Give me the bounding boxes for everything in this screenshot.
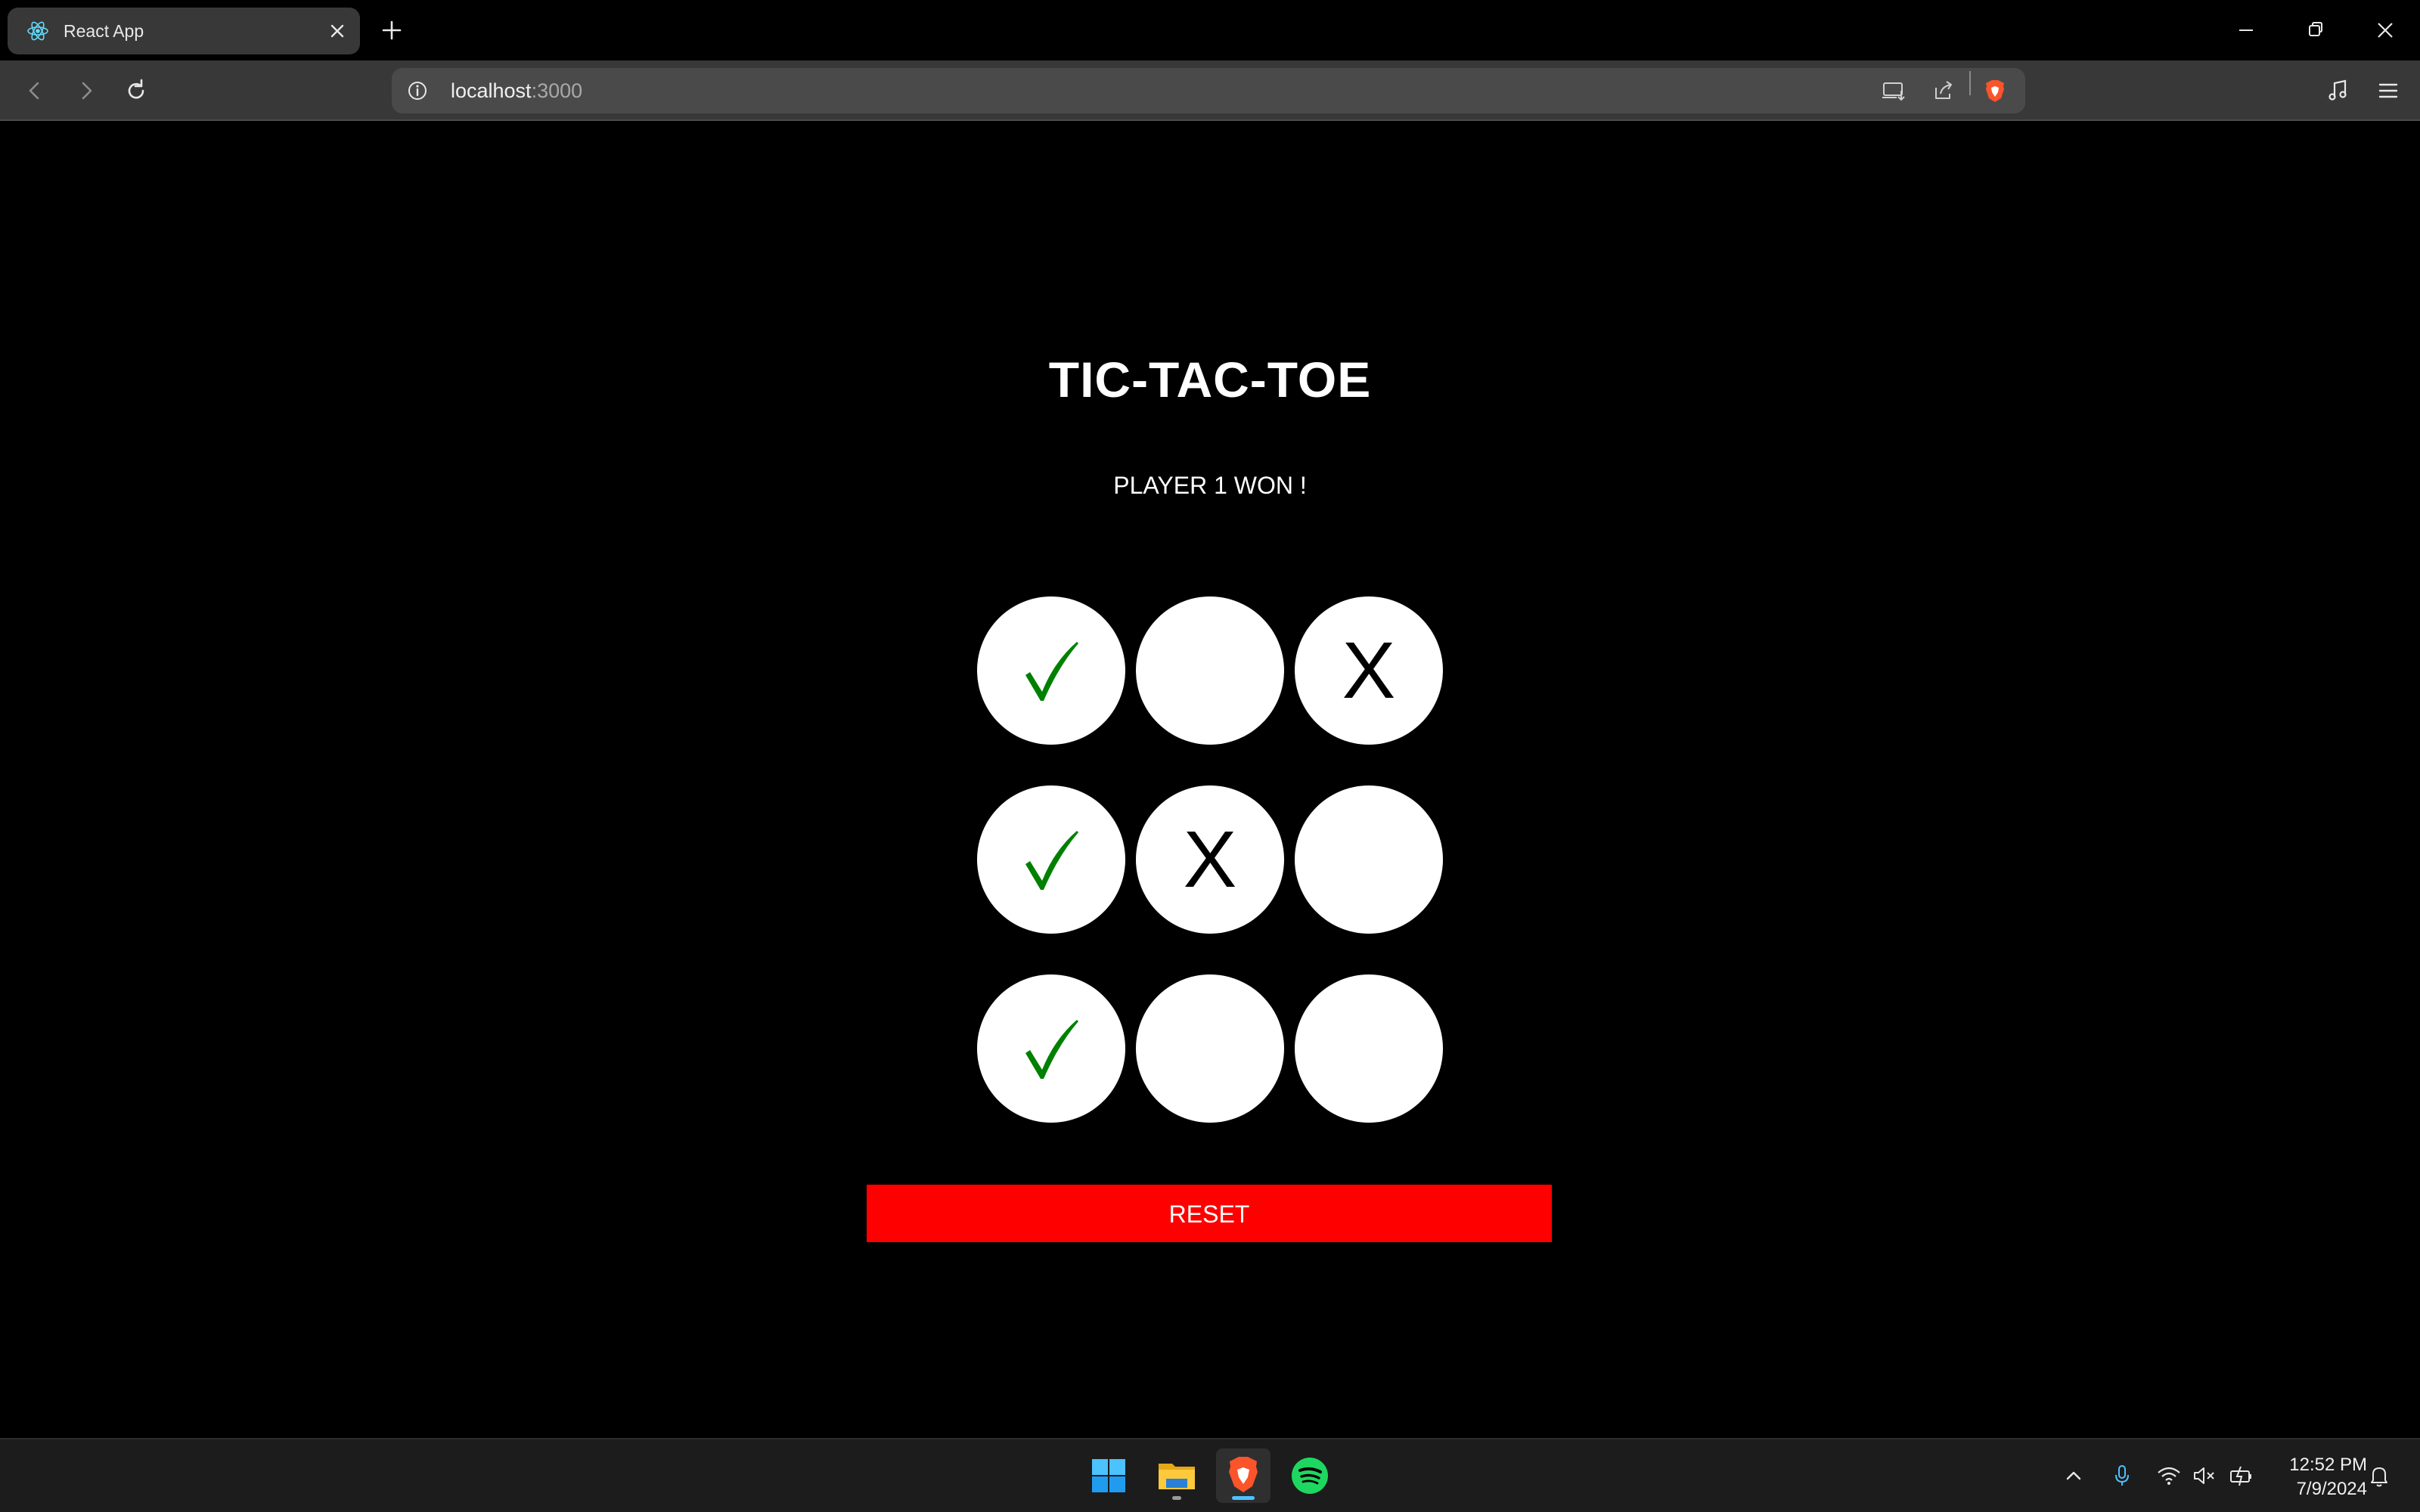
chevron-up-icon[interactable]	[2060, 1462, 2087, 1489]
board-cell[interactable]	[1295, 785, 1443, 934]
url-port: :3000	[531, 79, 583, 102]
tab-title: React App	[64, 21, 144, 41]
page-content: TIC-TAC-TOE PLAYER 1 WON ! XX RESET	[0, 122, 2420, 1438]
brave-browser-button[interactable]	[1216, 1448, 1270, 1503]
board-cell[interactable]: X	[1136, 785, 1284, 934]
board-cell[interactable]	[977, 974, 1125, 1123]
browser-tab[interactable]: React App	[8, 8, 360, 54]
x-mark: X	[1183, 815, 1237, 904]
board-cell[interactable]	[977, 596, 1125, 745]
taskbar: 12:52 PM 7/9/2024	[0, 1438, 2420, 1512]
reset-button[interactable]: RESET	[867, 1185, 1552, 1242]
close-tab-icon[interactable]	[325, 19, 349, 43]
checkmark-icon	[1025, 1020, 1078, 1079]
browser-tab-strip: React App	[0, 0, 2420, 60]
new-tab-icon[interactable]	[378, 17, 405, 44]
windows-start-icon	[1092, 1459, 1125, 1492]
clock-time: 12:52 PM	[2289, 1455, 2367, 1475]
spotify-button[interactable]	[1283, 1448, 1337, 1503]
volume-muted-icon[interactable]	[2190, 1462, 2217, 1489]
react-logo-icon	[27, 21, 48, 41]
battery-charging-icon[interactable]	[2228, 1462, 2255, 1489]
back-arrow-icon[interactable]	[18, 74, 51, 107]
system-clock[interactable]: 12:52 PM 7/9/2024	[2261, 1453, 2367, 1501]
install-app-icon[interactable]	[1880, 77, 1907, 104]
brave-shields-icon[interactable]	[1981, 77, 2009, 104]
media-controls-icon[interactable]	[2322, 74, 2355, 107]
checkmark-icon	[1025, 642, 1078, 701]
close-window-icon[interactable]	[2370, 15, 2400, 45]
microphone-icon[interactable]	[2108, 1462, 2136, 1489]
windows-start-button[interactable]	[1081, 1448, 1136, 1503]
board-cell[interactable]	[1136, 974, 1284, 1123]
site-info-icon[interactable]	[405, 79, 430, 103]
clock-date: 7/9/2024	[2296, 1479, 2367, 1499]
address-url[interactable]: localhost:3000	[451, 68, 582, 113]
brave-browser-icon	[1229, 1457, 1258, 1492]
reload-icon[interactable]	[119, 74, 153, 107]
spotify-icon	[1292, 1458, 1328, 1494]
minimize-window-icon[interactable]	[2231, 15, 2261, 45]
restore-window-icon[interactable]	[2301, 15, 2331, 45]
x-mark: X	[1342, 626, 1396, 715]
forward-arrow-icon[interactable]	[70, 74, 103, 107]
board-cell[interactable]: X	[1295, 596, 1443, 745]
address-bar[interactable]: localhost:3000	[392, 68, 2025, 113]
file-explorer-button[interactable]	[1150, 1448, 1204, 1503]
board-cell[interactable]	[1136, 596, 1284, 745]
notification-bell-icon[interactable]	[2366, 1462, 2393, 1489]
share-icon[interactable]	[1930, 77, 1957, 104]
wifi-icon[interactable]	[2155, 1462, 2183, 1489]
checkmark-icon	[1025, 831, 1078, 890]
active-indicator	[1232, 1496, 1255, 1500]
browser-toolbar: localhost:3000	[0, 60, 2420, 121]
menu-hamburger-icon[interactable]	[2372, 74, 2405, 107]
board-cell[interactable]	[977, 785, 1125, 934]
running-indicator	[1172, 1496, 1181, 1500]
board-cell[interactable]	[1295, 974, 1443, 1123]
file-explorer-icon	[1159, 1464, 1195, 1489]
url-host: localhost	[451, 79, 532, 102]
toolbar-separator	[1969, 71, 1971, 95]
